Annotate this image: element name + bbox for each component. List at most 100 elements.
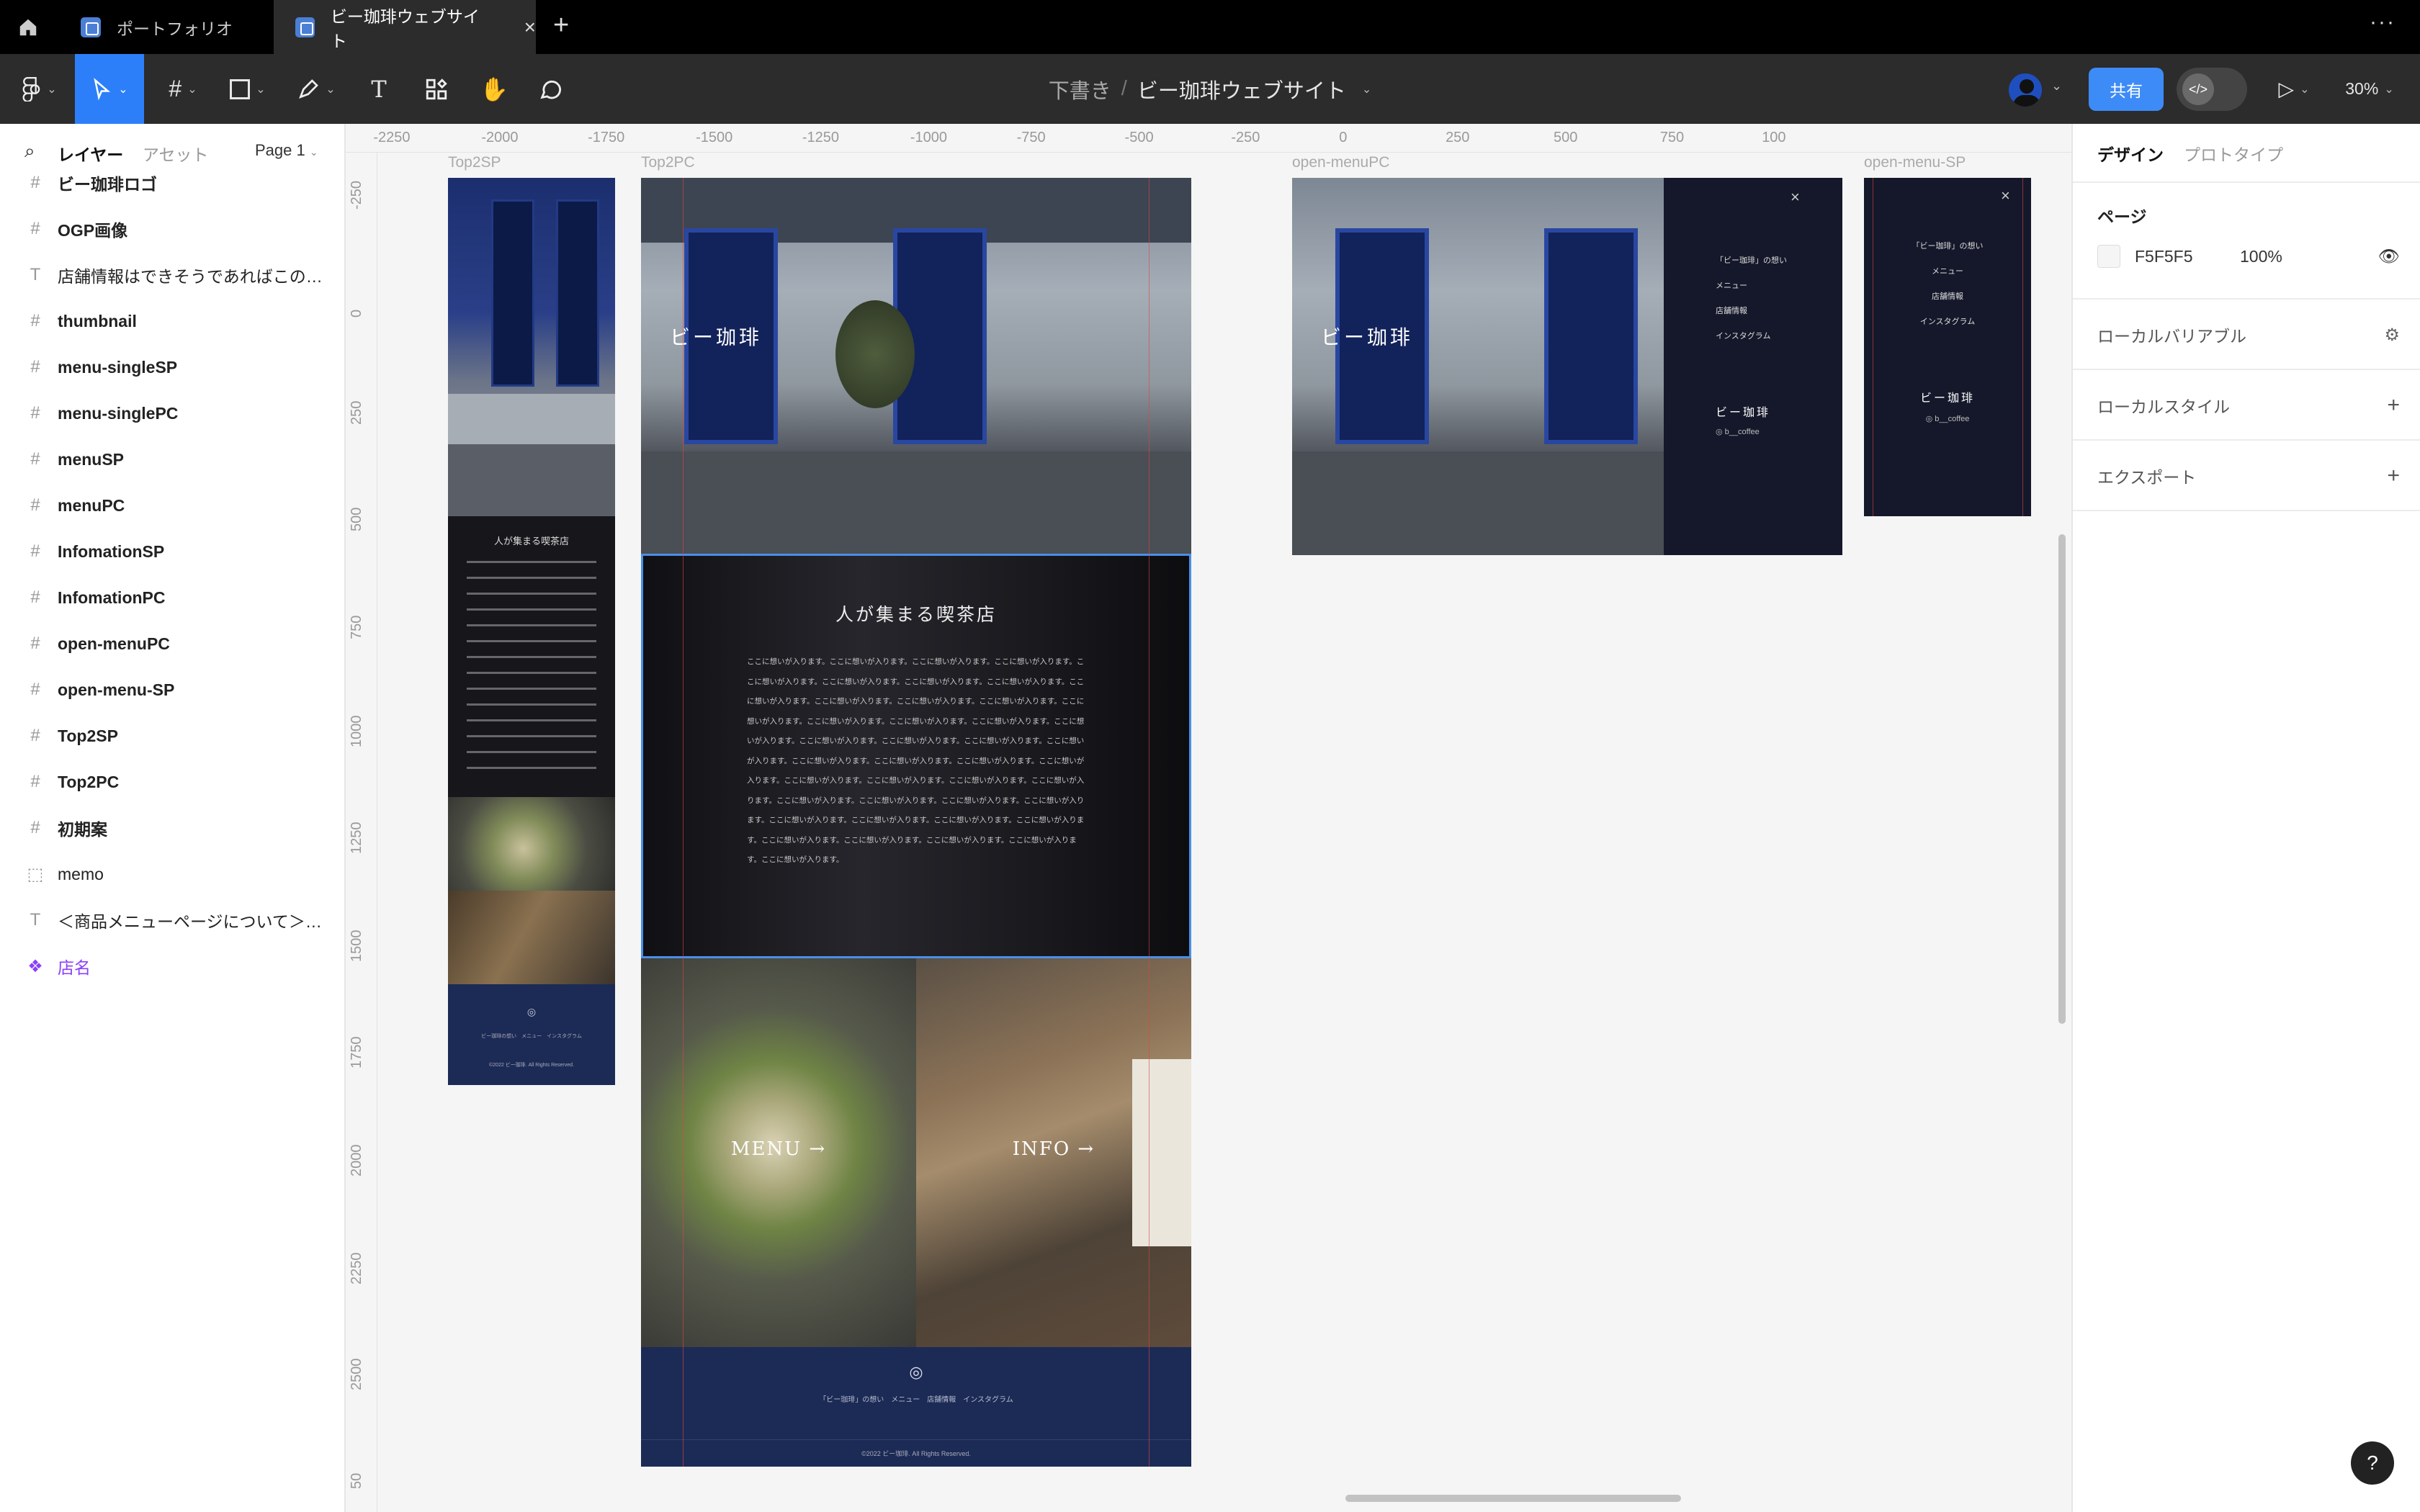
text-tool[interactable]: T — [356, 54, 402, 124]
ruler-tick-label: 2500 — [349, 1358, 364, 1391]
chevron-down-icon[interactable]: ⌄ — [2051, 78, 2062, 94]
layer-item[interactable]: # open-menuPC — [0, 621, 344, 667]
layer-item[interactable]: # menu-singleSP — [0, 344, 344, 390]
page-opacity-value[interactable]: 100% — [2240, 247, 2282, 266]
layer-item[interactable]: ⬚ memo — [0, 851, 344, 897]
local-variables-row[interactable]: ローカルバリアブル ⚙ — [2097, 323, 2400, 347]
page-name: Page 1 — [255, 141, 305, 159]
ruler-tick-label: 1250 — [349, 822, 364, 854]
layer-item[interactable]: # OGP画像 — [0, 206, 344, 252]
close-icon[interactable]: × — [2001, 186, 2010, 205]
comment-tool[interactable] — [527, 54, 573, 124]
ruler-tick-label: 2250 — [349, 1252, 364, 1284]
tab-design[interactable]: デザイン — [2097, 141, 2164, 166]
share-button[interactable]: 共有 — [2089, 68, 2164, 111]
menu-item[interactable]: メニュー — [1864, 259, 2031, 284]
more-options-icon[interactable]: ··· — [2370, 10, 2396, 35]
add-icon[interactable]: + — [2387, 393, 2400, 418]
resources-tool[interactable] — [413, 54, 460, 124]
frame-icon: # — [30, 403, 40, 423]
frame-top2pc[interactable]: ビー珈琲 人が集まる喫茶店 ここに想いが入ります。ここに想いが入ります。ここに想… — [641, 178, 1191, 1467]
home-tab[interactable] — [0, 0, 58, 54]
menu-item[interactable]: インスタグラム — [1716, 324, 1787, 349]
layer-item[interactable]: T ＜商品メニューページについて＞・... — [0, 897, 344, 943]
layer-item[interactable]: # 初期案 — [0, 805, 344, 851]
info-link[interactable]: INFO → — [916, 1138, 1191, 1160]
close-tab-icon[interactable]: × — [524, 16, 536, 39]
layer-item[interactable]: # ビー珈琲ロゴ — [0, 160, 344, 206]
frame-tool[interactable]: # ⌄ — [154, 54, 212, 124]
page-fill-row[interactable]: F5F5F5 100% 👁 — [2097, 245, 2400, 268]
color-swatch[interactable] — [2097, 245, 2120, 268]
help-button[interactable]: ? — [2351, 1441, 2394, 1485]
frame-icon: # — [30, 588, 40, 607]
move-tool[interactable]: ⌄ — [75, 54, 144, 124]
pen-tool[interactable]: ⌄ — [284, 54, 349, 124]
section-heading: 人が集まる喫茶店 — [493, 536, 569, 547]
pc-footer: ◎ 「ビー珈琲」の想い メニュー 店舗情報 インスタグラム ©2022 ビー珈琲… — [641, 1347, 1191, 1467]
layer-item[interactable]: # Top2SP — [0, 713, 344, 759]
export-row[interactable]: エクスポート + — [2097, 464, 2400, 488]
text-icon: T — [371, 75, 387, 103]
file-breadcrumb[interactable]: 下書き / ビー珈琲ウェブサイト ⌄ — [1030, 54, 1390, 124]
page-color-value[interactable]: F5F5F5 — [2135, 247, 2240, 266]
dev-mode-toggle[interactable]: </> — [2177, 68, 2247, 111]
text-layer-icon: T — [30, 265, 41, 284]
page-selector[interactable]: Page 1 ⌄ — [255, 141, 318, 160]
layer-item[interactable]: # Top2PC — [0, 759, 344, 805]
instagram-handle[interactable]: ◎ b__coffee — [1716, 427, 1760, 436]
close-icon[interactable]: × — [1791, 188, 1800, 207]
layer-item[interactable]: ❖ 店名 — [0, 943, 344, 989]
frame-label-top2pc[interactable]: Top2PC — [641, 154, 695, 171]
main-menu-button[interactable]: ⌄ — [7, 54, 72, 124]
layer-item[interactable]: # InfomationPC — [0, 575, 344, 621]
frame-label-open-menu-sp[interactable]: open-menu-SP — [1864, 154, 1966, 171]
eye-icon[interactable]: 👁 — [2378, 246, 2400, 267]
menu-item[interactable]: メニュー — [1716, 274, 1787, 299]
menu-item[interactable]: インスタグラム — [1864, 310, 2031, 335]
ruler-tick-label: -1750 — [588, 130, 625, 145]
layer-item[interactable]: # menuSP — [0, 436, 344, 482]
sliders-icon[interactable]: ⚙ — [2384, 325, 2400, 346]
menu-item[interactable]: 店舗情報 — [1716, 299, 1787, 324]
frame-icon: # — [30, 219, 40, 238]
footer-nav[interactable]: 「ビー珈琲」の想い メニュー 店舗情報 インスタグラム — [641, 1393, 1191, 1404]
local-styles-label: ローカルスタイル — [2097, 397, 2230, 416]
layer-item[interactable]: T 店舗情報はできそうであればこのまま — [0, 252, 344, 298]
frame-top2sp[interactable]: 人が集まる喫茶店 ◎ ビー珈琲の想い メニュー インスタグラム ©2022 ビー… — [448, 178, 615, 1085]
menu-logo: ビー珈琲 — [1716, 407, 1771, 419]
frame-label-top2sp[interactable]: Top2SP — [448, 154, 501, 171]
play-icon: ▷ — [2278, 78, 2295, 100]
avatar[interactable] — [2007, 71, 2044, 109]
present-button[interactable]: ▷ ⌄ — [2269, 54, 2319, 124]
layer-item[interactable]: # menuPC — [0, 482, 344, 528]
menu-item[interactable]: 「ビー珈琲」の想い — [1864, 234, 2031, 259]
hand-tool[interactable]: ✋ — [471, 54, 517, 124]
local-styles-row[interactable]: ローカルスタイル + — [2097, 393, 2400, 418]
tab-active-file[interactable]: ビー珈琲ウェブサイト × — [274, 0, 536, 54]
instagram-handle[interactable]: ◎ b__coffee — [1864, 414, 2031, 423]
menu-item[interactable]: 「ビー珈琲」の想い — [1716, 248, 1787, 274]
concept-section-selected[interactable]: 人が集まる喫茶店 ここに想いが入ります。ここに想いが入ります。ここに想いが入りま… — [641, 554, 1191, 958]
new-tab-button[interactable]: + — [553, 10, 569, 41]
layer-item[interactable]: # open-menu-SP — [0, 667, 344, 713]
tab-prototype[interactable]: プロトタイプ — [2184, 141, 2283, 166]
layer-item[interactable]: # thumbnail — [0, 298, 344, 344]
vertical-scrollbar[interactable] — [2058, 534, 2066, 1024]
frame-label-open-menu-pc[interactable]: open-menuPC — [1292, 154, 1389, 171]
canvas[interactable]: -2750-2500-2250-2000-1750-1500-1250-1000… — [346, 124, 2071, 1512]
frame-open-menu-sp[interactable]: × 「ビー珈琲」の想い メニュー 店舗情報 インスタグラム ビー珈琲 ◎ b__… — [1864, 178, 2031, 516]
ruler-tick-label: 0 — [1339, 130, 1348, 145]
frame-open-menu-pc[interactable]: ビー珈琲 × 「ビー珈琲」の想い メニュー 店舗情報 インスタグラム ビー珈琲 … — [1292, 178, 1842, 555]
layer-item[interactable]: # menu-singlePC — [0, 390, 344, 436]
add-icon[interactable]: + — [2387, 464, 2400, 488]
layer-item[interactable]: # InfomationSP — [0, 528, 344, 575]
tab-portfolio[interactable]: ポートフォリオ — [59, 0, 272, 54]
shape-tool[interactable]: ⌄ — [219, 54, 277, 124]
flower-photo[interactable]: INFO → — [916, 958, 1191, 1347]
zoom-menu[interactable]: 30% ⌄ — [2334, 54, 2406, 124]
horizontal-scrollbar[interactable] — [1345, 1495, 1681, 1502]
instagram-icon[interactable]: ◎ — [641, 1347, 1191, 1382]
menu-item[interactable]: 店舗情報 — [1864, 284, 2031, 310]
instagram-icon[interactable]: ◎ — [448, 984, 615, 1018]
